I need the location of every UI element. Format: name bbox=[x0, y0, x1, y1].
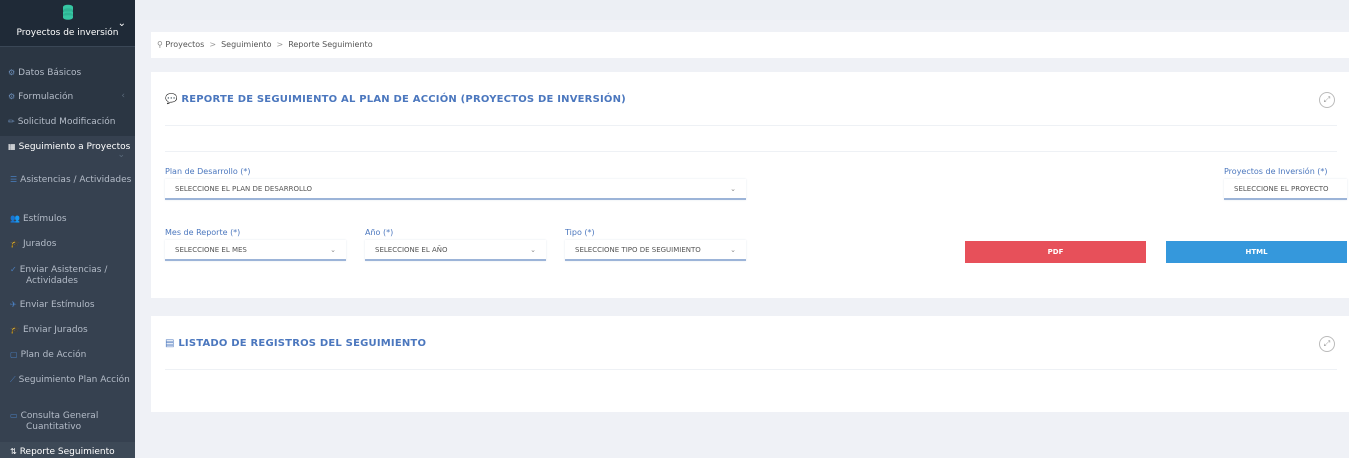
sidebar-item-estimulos[interactable]: 👥 Estímulos bbox=[0, 208, 135, 232]
sidebar-item-label: Enviar Asistencias / Actividades bbox=[19, 265, 108, 286]
sidebar-item-label: Plan de Acción bbox=[20, 350, 87, 360]
users-icon: 👥 bbox=[10, 214, 20, 223]
sidebar-item-enviar-estimulos[interactable]: ✈ Enviar Estímulos bbox=[0, 294, 135, 318]
breadcrumb-separator: > bbox=[276, 40, 284, 49]
list-panel-title-text: LISTADO DE REGISTROS DEL SEGUIMIENTO bbox=[178, 338, 427, 349]
breadcrumb-item: Reporte Seguimiento bbox=[288, 40, 373, 49]
sidebar-item-label: Formulación bbox=[18, 92, 74, 102]
graduation-cap-icon: 🎓 bbox=[10, 325, 20, 334]
list-icon: ☰ bbox=[10, 175, 18, 184]
panel-divider bbox=[165, 125, 1337, 126]
top-bar bbox=[135, 0, 1349, 20]
sidebar-item-label: Seguimiento Plan Acción bbox=[18, 375, 130, 385]
sidebar-item-label: Estímulos bbox=[22, 214, 67, 224]
breadcrumb-separator: > bbox=[209, 40, 217, 49]
mes-select-value: SELECCIONE EL MES bbox=[175, 246, 247, 254]
sidebar-item-reporte-seguimiento[interactable]: ⇅ Reporte Seguimiento bbox=[0, 442, 135, 458]
panel-divider bbox=[165, 369, 1337, 370]
line-chart-icon: ⟋ bbox=[10, 375, 16, 384]
plan-select-value: SELECCIONE EL PLAN DE DESARROLLO bbox=[175, 185, 313, 193]
tipo-label: Tipo (*) bbox=[565, 228, 595, 237]
pencil-icon: ✏ bbox=[8, 117, 15, 126]
anio-label: Año (*) bbox=[365, 228, 394, 237]
proyectos-select[interactable]: SELECCIONE EL PROYECTO bbox=[1224, 179, 1347, 200]
proyectos-label: Proyectos de Inversión (*) bbox=[1224, 167, 1328, 176]
network-icon: ⚲ bbox=[157, 40, 163, 49]
sidebar-item-label: Jurados bbox=[22, 239, 57, 249]
sidebar-item-enviar-jurados[interactable]: 🎓 Enviar Jurados bbox=[0, 318, 135, 344]
sidebar-item-consulta-general[interactable]: ▭ Consulta General Cuantitativo bbox=[0, 404, 135, 442]
sidebar-item-label: Enviar Jurados bbox=[22, 325, 88, 335]
chevron-left-icon: ‹ bbox=[121, 91, 125, 101]
report-panel: 💬 REPORTE DE SEGUIMIENTO AL PLAN DE ACCI… bbox=[151, 72, 1349, 298]
sidebar: ⌄ Proyectos de inversión ⚙ Datos Básicos … bbox=[0, 0, 135, 458]
tipo-select-value: SELECCIONE TIPO DE SEGUIMIENTO bbox=[575, 246, 701, 254]
sidebar-item-label: Asistencias / Actividades bbox=[20, 175, 132, 185]
anio-select[interactable]: SELECCIONE EL AÑO ⌄ bbox=[365, 240, 546, 261]
chevron-down-icon: ⌄ bbox=[730, 246, 736, 254]
table-icon: ▤ bbox=[165, 338, 175, 349]
pdf-button[interactable]: PDF bbox=[965, 241, 1146, 263]
sidebar-item-datos-basicos[interactable]: ⚙ Datos Básicos bbox=[0, 67, 135, 79]
gear-icon: ⚙ bbox=[8, 68, 16, 77]
paper-plane-icon: ✈ bbox=[10, 300, 17, 309]
sidebar-item-label: Seguimiento a Proyectos bbox=[18, 142, 131, 152]
table-icon: ▭ bbox=[10, 411, 18, 420]
sidebar-item-formulacion[interactable]: ⚙ Formulación ‹ bbox=[0, 91, 135, 103]
sidebar-item-plan-accion[interactable]: ▢ Plan de Acción bbox=[0, 344, 135, 368]
database-icon bbox=[63, 4, 73, 20]
breadcrumb-item[interactable]: Proyectos bbox=[165, 40, 204, 49]
sort-icon: ⇅ bbox=[10, 447, 17, 456]
report-panel-title: 💬 REPORTE DE SEGUIMIENTO AL PLAN DE ACCI… bbox=[165, 94, 626, 105]
sidebar-item-label: Datos Básicos bbox=[18, 68, 82, 78]
grid-icon: ▦ bbox=[8, 142, 16, 151]
report-panel-title-text: REPORTE DE SEGUIMIENTO AL PLAN DE ACCIÓN… bbox=[181, 94, 626, 105]
panel-divider bbox=[165, 151, 1337, 152]
check-icon: ✓ bbox=[10, 265, 17, 274]
sidebar-item-label: Solicitud Modificación bbox=[17, 117, 116, 127]
breadcrumb: ⚲ Proyectos > Seguimiento > Reporte Seguimie… bbox=[151, 32, 1349, 58]
sidebar-title: Proyectos de inversión bbox=[16, 28, 119, 38]
sidebar-item-seguimiento-plan[interactable]: ⟋ Seguimiento Plan Acción bbox=[0, 368, 135, 404]
list-panel: ▤ LISTADO DE REGISTROS DEL SEGUIMIENTO ⤢ bbox=[151, 316, 1349, 412]
sidebar-item-enviar-asistencias[interactable]: ✓ Enviar Asistencias / Actividades bbox=[0, 258, 135, 294]
mes-label: Mes de Reporte (*) bbox=[165, 228, 241, 237]
graduation-cap-icon: 🎓 bbox=[10, 239, 20, 248]
plan-label: Plan de Desarrollo (*) bbox=[165, 167, 251, 176]
expand-icon[interactable]: ⤢ bbox=[1319, 92, 1335, 108]
sidebar-item-label: Reporte Seguimiento bbox=[19, 447, 115, 457]
breadcrumb-item[interactable]: Seguimiento bbox=[221, 40, 271, 49]
expand-icon[interactable]: ⤢ bbox=[1319, 336, 1335, 352]
mes-select[interactable]: SELECCIONE EL MES ⌄ bbox=[165, 240, 346, 261]
comment-icon: 💬 bbox=[165, 94, 178, 105]
sidebar-item-solicitud-modificacion[interactable]: ✏ Solicitud Modificación bbox=[0, 116, 135, 128]
anio-select-value: SELECCIONE EL AÑO bbox=[375, 246, 448, 254]
chevron-down-icon: ⌄ bbox=[330, 246, 336, 254]
columns-icon: ▢ bbox=[10, 350, 18, 359]
sidebar-item-seguimiento[interactable]: ▦ Seguimiento a Proyectos ⌄ bbox=[0, 136, 135, 166]
chevron-down-icon: ⌄ bbox=[730, 185, 736, 193]
sidebar-item-label: Enviar Estímulos bbox=[19, 300, 95, 310]
html-button[interactable]: HTML bbox=[1166, 241, 1347, 263]
sidebar-item-label: Consulta General Cuantitativo bbox=[20, 411, 99, 432]
sidebar-item-asistencias[interactable]: ☰ Asistencias / Actividades bbox=[0, 166, 135, 208]
tipo-select[interactable]: SELECCIONE TIPO DE SEGUIMIENTO ⌄ bbox=[565, 240, 746, 261]
sidebar-header[interactable]: ⌄ Proyectos de inversión bbox=[0, 0, 135, 47]
plan-select[interactable]: SELECCIONE EL PLAN DE DESARROLLO ⌄ bbox=[165, 179, 746, 200]
chevron-down-icon: ⌄ bbox=[530, 246, 536, 254]
proyectos-select-value: SELECCIONE EL PROYECTO bbox=[1234, 185, 1329, 193]
sidebar-item-jurados[interactable]: 🎓 Jurados bbox=[0, 232, 135, 258]
chevron-down-icon: ⌄ bbox=[117, 150, 125, 160]
cogs-icon: ⚙ bbox=[8, 92, 16, 101]
list-panel-title: ▤ LISTADO DE REGISTROS DEL SEGUIMIENTO bbox=[165, 338, 426, 349]
